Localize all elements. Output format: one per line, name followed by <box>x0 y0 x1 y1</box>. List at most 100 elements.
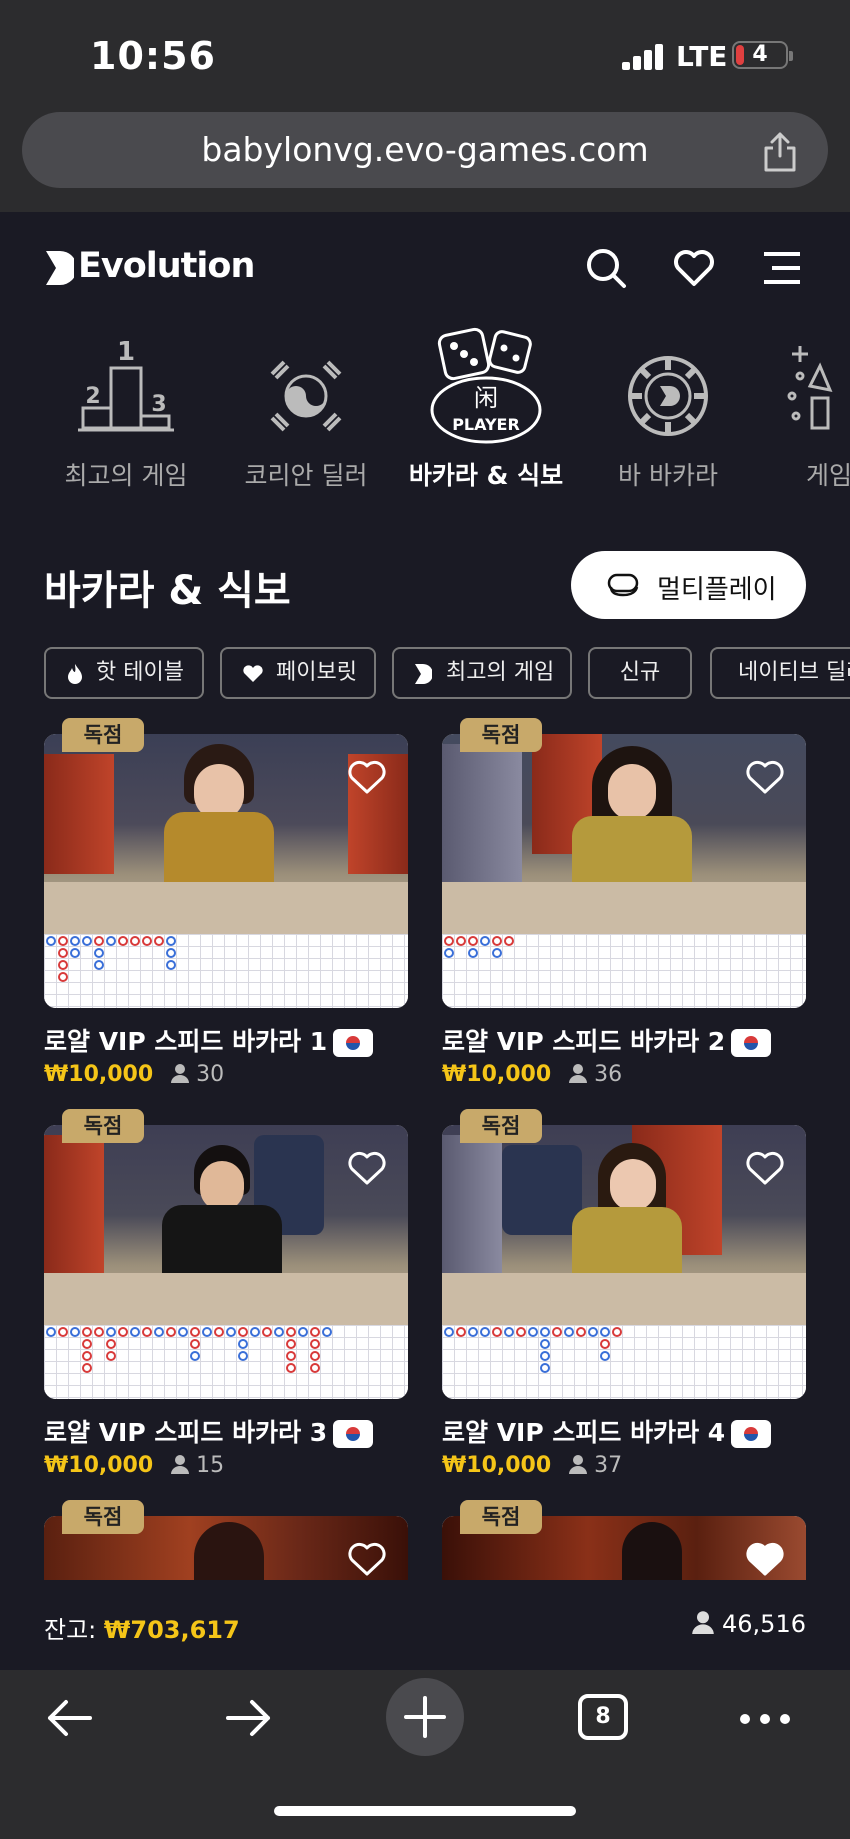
category-label: 코리안 딜러 <box>244 461 368 490</box>
table-name-text: 로얄 VIP 스피드 바카라 1 <box>44 1027 328 1056</box>
share-icon[interactable] <box>760 130 800 174</box>
chip-label: 핫 테이블 <box>96 660 184 685</box>
category-label: 최고의 게임 <box>64 461 188 490</box>
home-indicator <box>274 1806 576 1816</box>
dice-player-icon: 闲 PLAYER <box>430 327 542 444</box>
category-game-shows[interactable]: 게임 <box>758 320 850 500</box>
more-options-icon[interactable] <box>738 1702 792 1736</box>
player-count: 36 <box>594 1062 623 1087</box>
plus-icon <box>404 1696 446 1738</box>
filter-hot-tables[interactable]: 핫 테이블 <box>44 647 204 699</box>
favorites-heart-icon[interactable] <box>672 246 716 290</box>
korea-taeguk-icon <box>270 360 342 432</box>
table-name: 로얄 VIP 스피드 바카라 4 <box>442 1413 772 1449</box>
korea-flag-icon <box>333 1029 374 1057</box>
player-count-icon <box>569 1455 588 1474</box>
podium-icon: 1 2 3 <box>78 337 174 432</box>
url-bar[interactable]: babylonvg.evo-games.com <box>22 112 828 188</box>
player-count: 15 <box>196 1453 225 1478</box>
tabs-button[interactable]: 8 <box>578 1694 628 1740</box>
table-meta: ₩10,000 30 <box>44 1062 224 1087</box>
player-count: 30 <box>196 1062 225 1087</box>
category-label: 게임 <box>806 461 850 490</box>
player-count: 37 <box>594 1453 623 1478</box>
evolution-logo[interactable]: Evolution <box>44 246 255 290</box>
category-top-games[interactable]: 1 2 3 최고의 게임 <box>36 320 216 500</box>
filter-top-games[interactable]: 최고의 게임 <box>392 647 572 699</box>
category-row: 1 2 3 최고의 게임 코리안 딜러 闲 PLAYER 바카라 & 식보 바 … <box>0 320 850 500</box>
balance-amount: ₩703,617 <box>103 1616 240 1644</box>
multiplay-label: 멀티플레이 <box>657 575 777 605</box>
fire-icon <box>68 664 82 684</box>
category-label: 바 바카라 <box>618 461 718 490</box>
network-type: LTE <box>676 40 728 73</box>
filter-new[interactable]: 신규 <box>588 647 692 699</box>
category-korean-dealer[interactable]: 코리안 딜러 <box>216 320 396 500</box>
total-players-count: 46,516 <box>722 1610 806 1638</box>
chip-label: 최고의 게임 <box>446 660 555 685</box>
multiplay-button[interactable]: 멀티플레이 <box>571 551 806 619</box>
svg-text:1: 1 <box>117 337 135 367</box>
table-name-text: 로얄 VIP 스피드 바카라 2 <box>442 1027 726 1056</box>
exclusive-badge: 독점 <box>62 1500 144 1534</box>
category-label: 바카라 & 식보 <box>408 461 564 490</box>
logo-text: Evolution <box>78 246 255 286</box>
exclusive-badge: 독점 <box>62 718 144 752</box>
favorite-heart-icon[interactable] <box>746 1151 784 1185</box>
korea-flag-icon <box>731 1029 772 1057</box>
chip-label: 신규 <box>619 660 661 685</box>
category-baccarat-sicbo[interactable]: 闲 PLAYER 바카라 & 식보 <box>396 320 576 500</box>
filter-native-dealer[interactable]: 네이티브 딜러 <box>710 647 850 699</box>
status-bar: 10:56 LTE 4 <box>0 0 850 110</box>
exclusive-badge: 독점 <box>62 1109 144 1143</box>
chip-label: 네이티브 딜러 <box>738 660 850 685</box>
table-meta: ₩10,000 37 <box>442 1453 622 1478</box>
svg-text:PLAYER: PLAYER <box>452 415 520 434</box>
battery-level: 4 <box>752 42 768 67</box>
exclusive-badge: 독점 <box>460 1500 542 1534</box>
chip-icon <box>628 356 708 436</box>
favorite-heart-icon[interactable] <box>746 1542 784 1576</box>
player-count-icon <box>171 1064 190 1083</box>
signal-icon <box>622 44 664 70</box>
category-bar-baccarat[interactable]: 바 바카라 <box>578 320 758 500</box>
player-count-icon <box>569 1064 588 1083</box>
bet-limit: ₩10,000 <box>442 1453 552 1478</box>
favorite-heart-icon[interactable] <box>348 1542 386 1576</box>
menu-icon[interactable] <box>760 246 804 290</box>
battery-icon: 4 <box>732 41 793 69</box>
player-count-icon <box>171 1455 190 1474</box>
table-name-text: 로얄 VIP 스피드 바카라 4 <box>442 1418 726 1447</box>
evolution-icon <box>415 664 432 684</box>
total-players: 46,516 <box>692 1610 806 1638</box>
show-icon <box>787 346 833 430</box>
korea-flag-icon <box>731 1420 772 1448</box>
status-time: 10:56 <box>90 34 216 78</box>
bead-road <box>44 1325 408 1399</box>
favorite-heart-icon[interactable] <box>348 760 386 794</box>
section-title: 바카라 & 식보 <box>44 568 291 614</box>
url-text[interactable]: babylonvg.evo-games.com <box>22 112 828 188</box>
bet-limit: ₩10,000 <box>44 1062 154 1087</box>
balance-label: 잔고: <box>44 1616 97 1644</box>
bet-limit: ₩10,000 <box>442 1062 552 1087</box>
table-name: 로얄 VIP 스피드 바카라 1 <box>44 1022 374 1058</box>
favorite-heart-icon[interactable] <box>746 760 784 794</box>
bead-road <box>442 934 806 1008</box>
table-name-text: 로얄 VIP 스피드 바카라 3 <box>44 1418 328 1447</box>
bead-road <box>442 1325 806 1399</box>
svg-text:2: 2 <box>85 384 100 409</box>
back-arrow-icon[interactable] <box>44 1692 96 1744</box>
forward-arrow-icon[interactable] <box>222 1692 274 1744</box>
table-name: 로얄 VIP 스피드 바카라 3 <box>44 1413 374 1449</box>
bet-limit: ₩10,000 <box>44 1453 154 1478</box>
bead-road <box>44 934 408 1008</box>
svg-text:3: 3 <box>151 392 166 417</box>
search-icon[interactable] <box>584 246 628 290</box>
multiplay-icon <box>607 573 639 597</box>
filter-favorites[interactable]: 페이보릿 <box>220 647 376 699</box>
heart-icon <box>243 665 263 682</box>
evolution-logo-icon <box>46 251 74 285</box>
favorite-heart-icon[interactable] <box>348 1151 386 1185</box>
new-tab-button[interactable] <box>386 1678 464 1756</box>
